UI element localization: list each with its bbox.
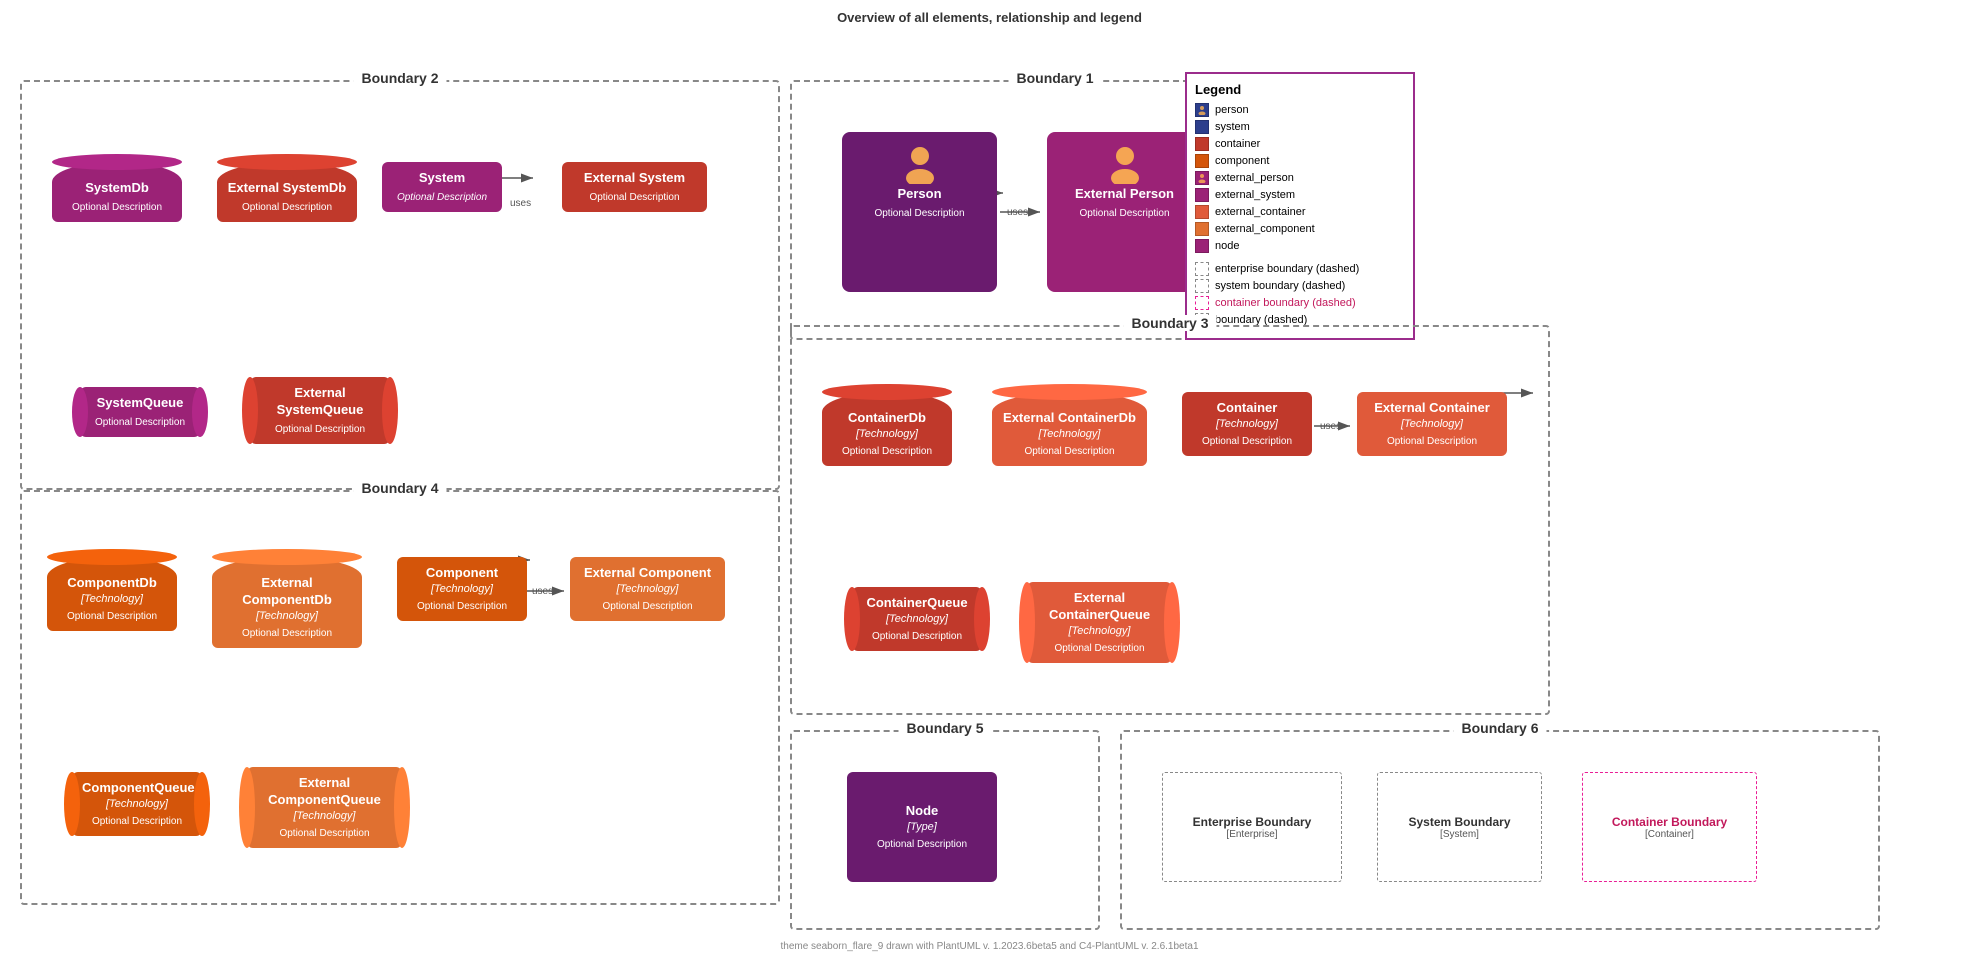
legend-container: container: [1195, 137, 1405, 151]
legend-container-boundary: container boundary (dashed): [1195, 296, 1405, 310]
legend-external-system: external_system: [1195, 188, 1405, 202]
enterprise-boundary-mini: Enterprise Boundary [Enterprise]: [1162, 772, 1342, 882]
container-card: Container [Technology] Optional Descript…: [1182, 392, 1312, 456]
boundary-5: Boundary 5 Node [Type] Optional Descript…: [790, 730, 1100, 930]
external-person-card: External Person Optional Description: [1047, 132, 1202, 292]
page-title: Overview of all elements, relationship a…: [0, 0, 1979, 30]
legend-external-container: external_container: [1195, 205, 1405, 219]
system-card: System Optional Description: [382, 162, 502, 212]
boundary-6: Boundary 6 Enterprise Boundary [Enterpri…: [1120, 730, 1880, 930]
boundary-3: Boundary 3 ContainerDb [Technology] Opti…: [790, 325, 1550, 715]
system-queue-card: SystemQueue Optional Description: [80, 387, 200, 437]
container-db-card: ContainerDb [Technology] Optional Descri…: [822, 392, 952, 466]
boundary-4-title: Boundary 4: [353, 480, 446, 496]
container-boundary-mini: Container Boundary [Container]: [1582, 772, 1757, 882]
person-card: Person Optional Description: [842, 132, 997, 292]
person-icon: [900, 144, 940, 184]
legend-external-person: external_person: [1195, 171, 1405, 185]
external-container-card: External Container [Technology] Optional…: [1357, 392, 1507, 456]
legend-component: component: [1195, 154, 1405, 168]
boundary-2-title: Boundary 2: [353, 70, 446, 86]
external-component-db-card: External ComponentDb [Technology] Option…: [212, 557, 362, 648]
system-db-card: SystemDb Optional Description: [52, 162, 182, 222]
boundary-5-title: Boundary 5: [898, 720, 991, 736]
external-system-card: External System Optional Description: [562, 162, 707, 212]
node-card: Node [Type] Optional Description: [847, 772, 997, 882]
uses-label-b1: uses: [1007, 207, 1028, 218]
component-db-card: ComponentDb [Technology] Optional Descri…: [47, 557, 177, 631]
external-component-card: External Component [Technology] Optional…: [570, 557, 725, 621]
external-person-icon: [1105, 144, 1145, 184]
boundary-2: Boundary 2 SystemDb Optional Description…: [20, 80, 780, 490]
system-boundary-mini: System Boundary [System]: [1377, 772, 1542, 882]
uses-label-b4: uses: [532, 586, 553, 597]
boundary-4: Boundary 4 ComponentDb [Technology] Opti…: [20, 490, 780, 905]
legend-external-component: external_component: [1195, 222, 1405, 236]
external-container-db-card: External ContainerDb [Technology] Option…: [992, 392, 1147, 466]
external-container-queue-card: External ContainerQueue [Technology] Opt…: [1027, 582, 1172, 663]
component-queue-card: ComponentQueue [Technology] Optional Des…: [72, 772, 202, 836]
legend-system-boundary: system boundary (dashed): [1195, 279, 1405, 293]
external-component-queue-card: External ComponentQueue [Technology] Opt…: [247, 767, 402, 848]
uses-label-b2: uses: [510, 198, 531, 209]
legend-box: Legend person system container component: [1185, 72, 1415, 340]
external-system-db-card: External SystemDb Optional Description: [217, 162, 357, 222]
footer: theme seaborn_flare_9 drawn with PlantUM…: [0, 941, 1979, 952]
uses-label-b3: uses: [1320, 421, 1341, 432]
legend-system: system: [1195, 120, 1405, 134]
container-queue-card: ContainerQueue [Technology] Optional Des…: [852, 587, 982, 651]
legend-title: Legend: [1195, 82, 1405, 97]
legend-person: person: [1195, 103, 1405, 117]
legend-enterprise-boundary: enterprise boundary (dashed): [1195, 262, 1405, 276]
boundary-3-title: Boundary 3: [1123, 315, 1216, 331]
boundary-6-title: Boundary 6: [1453, 720, 1546, 736]
boundary-1-title: Boundary 1: [1008, 70, 1101, 86]
legend-node: node: [1195, 239, 1405, 253]
component-card: Component [Technology] Optional Descript…: [397, 557, 527, 621]
external-system-queue-card: External SystemQueue Optional Descriptio…: [250, 377, 390, 444]
